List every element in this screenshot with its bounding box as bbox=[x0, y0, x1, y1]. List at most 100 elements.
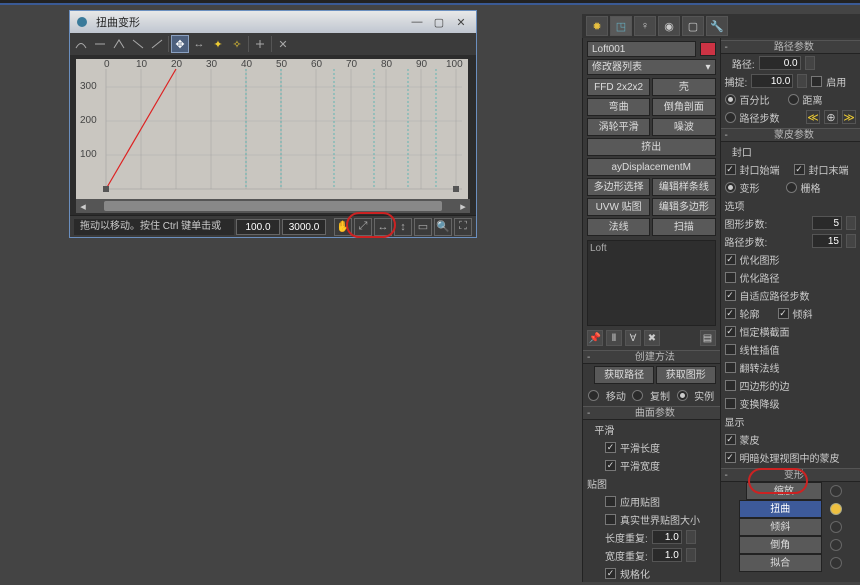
chk-opt-path[interactable] bbox=[725, 272, 736, 283]
chk-opt-shape[interactable]: ✓ bbox=[725, 254, 736, 265]
path-pick-icon[interactable]: ⊕ bbox=[824, 110, 838, 124]
path-spinner[interactable] bbox=[805, 56, 815, 70]
scroll-left[interactable]: ◂ bbox=[76, 199, 90, 213]
radio-copy[interactable] bbox=[632, 390, 643, 401]
make-unique[interactable]: ∀ bbox=[625, 330, 641, 346]
tool-curve-4[interactable] bbox=[129, 35, 147, 53]
object-color-swatch[interactable] bbox=[700, 42, 716, 56]
chk-smooth-width[interactable]: ✓ bbox=[605, 460, 616, 471]
shape-steps-field[interactable]: 5 bbox=[812, 216, 842, 230]
fit-lamp[interactable] bbox=[830, 557, 842, 569]
chk-normalize[interactable]: ✓ bbox=[605, 568, 616, 579]
chk-contour[interactable]: ✓ bbox=[725, 308, 736, 319]
move-tool[interactable]: ✥ bbox=[171, 35, 189, 53]
deform-scale-button[interactable]: 缩放 bbox=[746, 482, 822, 500]
scale-tool[interactable]: ↔ bbox=[190, 35, 208, 53]
surface-params-header[interactable]: -曲面参数 bbox=[583, 406, 720, 420]
value-1-field[interactable]: 100.0 bbox=[236, 219, 280, 235]
chk-realworld[interactable] bbox=[605, 514, 616, 525]
chk-trans[interactable] bbox=[725, 398, 736, 409]
radio-distance[interactable] bbox=[788, 94, 799, 105]
get-shape-button[interactable]: 获取图形 bbox=[656, 366, 716, 384]
chk-skin-shade[interactable]: ✓ bbox=[725, 452, 736, 463]
zoom-extents[interactable]: ⤢ bbox=[354, 218, 372, 236]
tab-motion[interactable]: ◉ bbox=[658, 16, 680, 36]
chk-linear[interactable] bbox=[725, 344, 736, 355]
tool-curve-5[interactable] bbox=[148, 35, 166, 53]
tab-create[interactable]: ✹ bbox=[586, 16, 608, 36]
path-steps-field[interactable]: 15 bbox=[812, 234, 842, 248]
reset-curve[interactable]: ✕ bbox=[274, 35, 292, 53]
width-repeat-field[interactable]: 1.0 bbox=[652, 548, 682, 562]
chk-flip[interactable] bbox=[725, 362, 736, 373]
graph-hscroll[interactable]: ◂ ▸ bbox=[76, 199, 470, 213]
modifier-list-dropdown[interactable]: 修改器列表▾ bbox=[587, 59, 716, 75]
deform-teeter-button[interactable]: 倾斜 bbox=[739, 518, 823, 536]
mod-editpoly[interactable]: 编辑多边形 bbox=[652, 198, 715, 216]
mod-ffd[interactable]: FFD 2x2x2 bbox=[587, 78, 650, 96]
deform-twist-button[interactable]: 扭曲 bbox=[739, 500, 823, 518]
chk-skin[interactable]: ✓ bbox=[725, 434, 736, 445]
bevel-lamp[interactable] bbox=[830, 539, 842, 551]
scroll-right[interactable]: ▸ bbox=[456, 199, 470, 213]
radio-percent[interactable] bbox=[725, 94, 736, 105]
zoom-fit[interactable]: ⛶ bbox=[454, 218, 472, 236]
maximize-button[interactable]: ▢ bbox=[428, 14, 450, 30]
mod-chamfer[interactable]: 倒角剖面 bbox=[652, 98, 715, 116]
radio-move[interactable] bbox=[588, 390, 599, 401]
radio-grid[interactable] bbox=[786, 182, 797, 193]
skin-params-header[interactable]: -蒙皮参数 bbox=[721, 128, 860, 142]
tool-curve-2[interactable] bbox=[91, 35, 109, 53]
deform-fit-button[interactable]: 拟合 bbox=[739, 554, 823, 572]
remove-mod[interactable]: ✖ bbox=[644, 330, 660, 346]
mod-disp[interactable]: ayDisplacementM bbox=[587, 158, 716, 176]
path-value-field[interactable]: 0.0 bbox=[759, 56, 801, 70]
mod-normal[interactable]: 法线 bbox=[587, 218, 650, 236]
zoom[interactable]: 🔍 bbox=[434, 218, 452, 236]
pan-tool[interactable]: ✋ bbox=[334, 218, 352, 236]
zoom-region[interactable]: ▭ bbox=[414, 218, 432, 236]
value-2-field[interactable]: 3000.0 bbox=[282, 219, 326, 235]
zoom-h[interactable]: ↔ bbox=[374, 218, 392, 236]
tab-utilities[interactable]: 🔧 bbox=[706, 16, 728, 36]
chk-banking[interactable]: ✓ bbox=[778, 308, 789, 319]
mod-extrude[interactable]: 挤出 bbox=[587, 138, 716, 156]
minimize-button[interactable]: — bbox=[406, 14, 428, 30]
shape-steps-spinner[interactable] bbox=[846, 216, 856, 230]
insert-corner[interactable]: ✦ bbox=[209, 35, 227, 53]
chk-const-cross[interactable]: ✓ bbox=[725, 326, 736, 337]
scroll-thumb[interactable] bbox=[104, 201, 442, 211]
tab-hierarchy[interactable]: ♀ bbox=[634, 16, 656, 36]
scale-lamp[interactable] bbox=[830, 485, 842, 497]
length-repeat-spinner[interactable] bbox=[686, 530, 696, 544]
deformation-graph[interactable]: 300 200 100 0 10 20 30 40 50 60 70 80 90… bbox=[76, 59, 468, 199]
modifier-stack[interactable]: Loft bbox=[587, 240, 716, 326]
chk-apply-mapping[interactable] bbox=[605, 496, 616, 507]
mod-shell[interactable]: 壳 bbox=[652, 78, 715, 96]
tool-curve-3[interactable] bbox=[110, 35, 128, 53]
deform-bevel-button[interactable]: 倒角 bbox=[739, 536, 823, 554]
snap-value-field[interactable]: 10.0 bbox=[751, 74, 793, 88]
radio-instance[interactable] bbox=[677, 390, 688, 401]
insert-bezier[interactable]: ✧ bbox=[228, 35, 246, 53]
chk-enable-snap[interactable] bbox=[811, 76, 822, 87]
chk-smooth-length[interactable]: ✓ bbox=[605, 442, 616, 453]
mod-sweep[interactable]: 扫描 bbox=[652, 218, 715, 236]
pin-stack[interactable]: 📌 bbox=[587, 330, 603, 346]
tool-curve-1[interactable] bbox=[72, 35, 90, 53]
path-steps-spinner[interactable] bbox=[846, 234, 856, 248]
mod-polysel[interactable]: 多边形选择 bbox=[587, 178, 650, 196]
radio-morph[interactable] bbox=[725, 182, 736, 193]
path-next-icon[interactable]: ≫ bbox=[842, 110, 856, 124]
mod-noise[interactable]: 噪波 bbox=[652, 118, 715, 136]
teeter-lamp[interactable] bbox=[830, 521, 842, 533]
get-path-button[interactable]: 获取路径 bbox=[594, 366, 654, 384]
chk-quad[interactable] bbox=[725, 380, 736, 391]
path-prev-icon[interactable]: ≪ bbox=[806, 110, 820, 124]
width-repeat-spinner[interactable] bbox=[686, 548, 696, 562]
tab-display[interactable]: ▢ bbox=[682, 16, 704, 36]
dialog-titlebar[interactable]: 扭曲变形 — ▢ ✕ bbox=[70, 11, 476, 33]
tab-modify[interactable]: ◳ bbox=[610, 16, 632, 36]
delete-point[interactable] bbox=[251, 35, 269, 53]
deformations-header[interactable]: -变形 bbox=[721, 468, 860, 482]
